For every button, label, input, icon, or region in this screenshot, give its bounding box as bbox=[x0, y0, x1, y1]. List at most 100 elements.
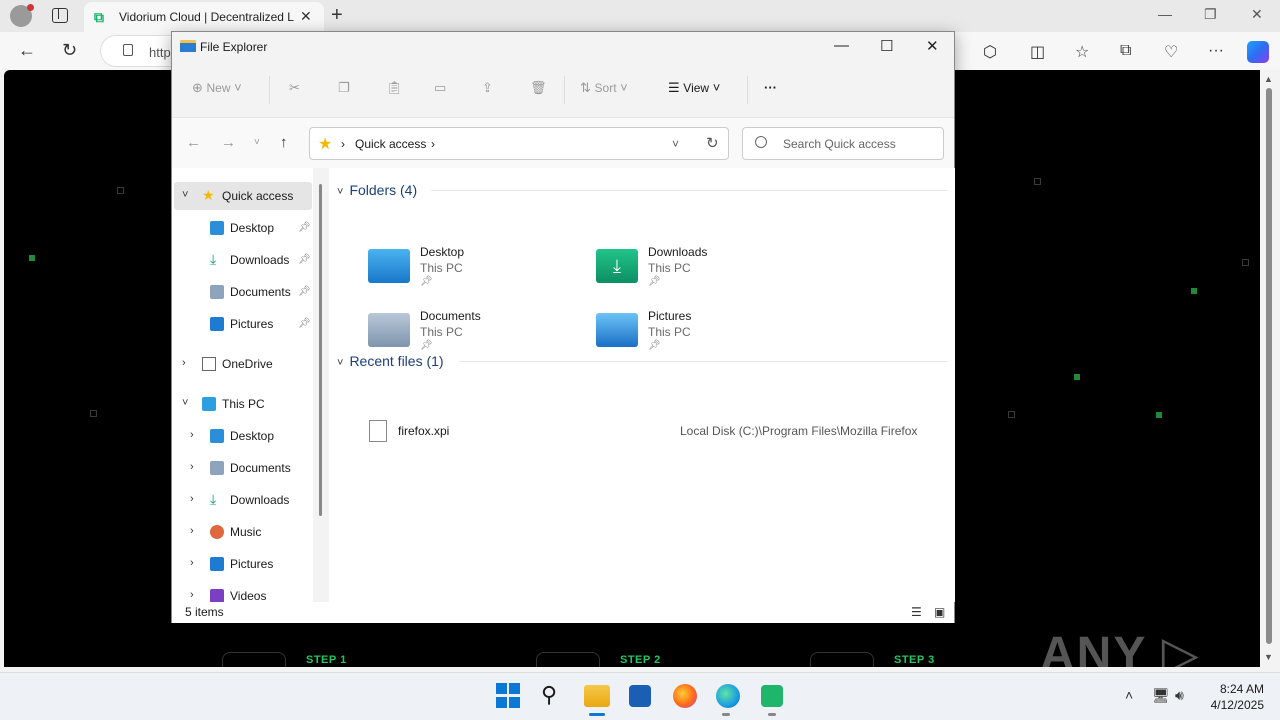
explorer-close-button[interactable]: ✕ bbox=[926, 37, 939, 55]
scroll-up-icon[interactable]: ▲ bbox=[1264, 74, 1273, 84]
step-2-box bbox=[536, 652, 600, 667]
browser-minimize-button[interactable]: — bbox=[1158, 6, 1172, 22]
sidebar-item-onedrive[interactable]: › OneDrive bbox=[174, 350, 312, 378]
refresh-icon[interactable]: ↻ bbox=[706, 134, 719, 152]
explorer-maximize-button[interactable]: ☐ bbox=[880, 37, 893, 55]
sidebar-item-videos[interactable]: › Videos bbox=[174, 582, 312, 602]
settings-more-icon[interactable]: ··· bbox=[1208, 42, 1224, 60]
pictures-icon bbox=[210, 557, 224, 571]
explorer-command-bar: ⊕ New ˅ ✂ ❐ 📋︎ ▭ ⇪ 🗑︎ ⇅ Sort ˅ ☰ View ˅ … bbox=[172, 62, 954, 118]
sidebar-item-documents[interactable]: Documents 📌︎ bbox=[174, 278, 312, 306]
folder-pictures[interactable]: Pictures This PC 📌︎ bbox=[596, 309, 816, 365]
vidorium-app-icon[interactable] bbox=[761, 685, 783, 707]
details-view-icon[interactable]: ☰ bbox=[911, 605, 922, 619]
chevron-right-icon[interactable]: › bbox=[190, 589, 194, 601]
edge-icon[interactable] bbox=[716, 684, 740, 708]
running-app-indicator bbox=[768, 713, 776, 716]
explorer-minimize-button[interactable]: — bbox=[834, 37, 849, 54]
search-icon[interactable]: ⚲ bbox=[541, 683, 567, 709]
cut-icon[interactable]: ✂ bbox=[289, 80, 300, 96]
explorer-titlebar[interactable]: File Explorer — ☐ ✕ bbox=[172, 32, 954, 62]
sidebar-item-downloads[interactable]: ⤓ Downloads 📌︎ bbox=[174, 246, 312, 274]
file-explorer-icon bbox=[180, 40, 196, 52]
chevron-right-icon[interactable]: › bbox=[190, 461, 194, 473]
recent-locations-icon[interactable]: ˅ bbox=[254, 137, 260, 148]
back-button[interactable]: ← bbox=[18, 40, 36, 61]
sidebar-item-pc-documents[interactable]: › Documents bbox=[174, 454, 312, 482]
recent-files-section-header[interactable]: ˅ Recent files (1) bbox=[337, 353, 444, 369]
pin-icon: 📌︎ bbox=[298, 254, 311, 265]
sidebar-item-music[interactable]: › Music bbox=[174, 518, 312, 546]
folder-downloads[interactable]: ⤓ Downloads This PC 📌︎ bbox=[596, 245, 816, 301]
new-button[interactable]: ⊕ New ˅ bbox=[192, 80, 242, 96]
sidebar-item-pictures[interactable]: Pictures 📌︎ bbox=[174, 310, 312, 338]
chevron-right-icon[interactable]: › bbox=[190, 557, 194, 569]
breadcrumb-quick-access[interactable]: Quick access bbox=[355, 137, 426, 151]
browser-essentials-icon[interactable]: ♡ bbox=[1164, 42, 1178, 62]
favorites-icon[interactable]: ☆ bbox=[1075, 42, 1089, 62]
navigation-pane-scroll-thumb[interactable] bbox=[319, 184, 322, 516]
forward-icon[interactable]: → bbox=[221, 134, 236, 151]
chevron-right-icon[interactable]: › bbox=[190, 493, 194, 505]
start-icon[interactable] bbox=[496, 683, 522, 709]
rename-icon[interactable]: ▭ bbox=[434, 80, 446, 96]
taskbar-clock[interactable]: 8:24 AM 4/12/2025 bbox=[1198, 681, 1264, 713]
large-icons-view-icon[interactable]: ▣ bbox=[934, 605, 945, 619]
refresh-button[interactable]: ↻ bbox=[62, 40, 77, 61]
share-icon[interactable]: ⇪ bbox=[482, 80, 493, 96]
tab-actions-icon[interactable] bbox=[52, 8, 68, 23]
breadcrumb-separator: › bbox=[341, 137, 345, 151]
scroll-down-icon[interactable]: ▼ bbox=[1264, 652, 1273, 662]
collections-icon[interactable]: ⧉ bbox=[1120, 42, 1131, 60]
chevron-right-icon[interactable]: › bbox=[190, 429, 194, 441]
firefox-icon[interactable] bbox=[673, 684, 697, 708]
sidebar-item-pc-desktop[interactable]: › Desktop bbox=[174, 422, 312, 450]
folder-desktop[interactable]: Desktop This PC 📌︎ bbox=[368, 245, 588, 301]
copy-icon[interactable]: ❐ bbox=[338, 80, 350, 96]
extensions-icon[interactable]: ⬡ bbox=[983, 42, 997, 62]
sidebar-item-desktop[interactable]: Desktop 📌︎ bbox=[174, 214, 312, 242]
address-history-chevron-icon[interactable]: ˅ bbox=[672, 137, 679, 151]
sidebar-label: Desktop bbox=[230, 429, 275, 443]
back-icon[interactable]: ← bbox=[186, 134, 201, 151]
split-screen-icon[interactable]: ◫ bbox=[1030, 42, 1045, 62]
file-explorer-taskbar-icon[interactable] bbox=[584, 685, 610, 707]
view-button[interactable]: ☰ View ˅ bbox=[668, 80, 720, 96]
sidebar-item-pc-pictures[interactable]: › Pictures bbox=[174, 550, 312, 578]
search-icon bbox=[755, 136, 767, 148]
copilot-icon[interactable] bbox=[1247, 41, 1269, 63]
navigation-pane-scrollbar[interactable] bbox=[313, 168, 329, 602]
paste-icon[interactable]: 📋︎ bbox=[386, 80, 403, 96]
see-more-button[interactable]: ··· bbox=[764, 80, 777, 95]
sort-button[interactable]: ⇅ Sort ˅ bbox=[580, 80, 628, 96]
chevron-down-icon[interactable]: ˅ bbox=[182, 189, 188, 201]
browser-tab[interactable]: ⧉ Vidorium Cloud | Decentralized L ✕ bbox=[84, 2, 324, 32]
folders-header-label: Folders (4) bbox=[349, 182, 418, 198]
up-icon[interactable]: ↑ bbox=[280, 134, 288, 151]
chevron-right-icon[interactable]: › bbox=[182, 357, 186, 369]
sidebar-item-quick-access[interactable]: ˅ ★ Quick access bbox=[174, 182, 312, 210]
delete-icon[interactable]: 🗑︎ bbox=[530, 80, 547, 96]
browser-restore-button[interactable]: ❐ bbox=[1204, 6, 1217, 23]
chevron-down-icon: ˅ bbox=[337, 357, 344, 369]
close-tab-icon[interactable]: ✕ bbox=[300, 8, 312, 25]
explorer-search-box[interactable]: Search Quick access bbox=[742, 127, 944, 160]
chevron-right-icon[interactable]: › bbox=[190, 525, 194, 537]
pin-icon: 📌︎ bbox=[298, 318, 311, 329]
sidebar-item-pc-downloads[interactable]: › ⤓ Downloads bbox=[174, 486, 312, 514]
folders-section-header[interactable]: ˅ Folders (4) bbox=[337, 182, 417, 198]
network-icon[interactable]: 🖥︎ bbox=[1152, 687, 1170, 704]
show-hidden-icons-chevron-icon[interactable]: ˄ bbox=[1125, 687, 1133, 703]
sidebar-item-this-pc[interactable]: ˅ This PC bbox=[174, 390, 312, 418]
explorer-address-bar[interactable]: ★ › Quick access › ˅ ↻ bbox=[309, 127, 729, 160]
browser-close-button[interactable]: ✕ bbox=[1251, 6, 1263, 23]
item-count: 5 items bbox=[185, 605, 224, 619]
new-tab-button[interactable]: + bbox=[331, 4, 343, 27]
store-icon[interactable] bbox=[629, 685, 651, 707]
page-scrollbar[interactable]: ▲ ▼ bbox=[1262, 70, 1276, 667]
recent-file-name[interactable]: firefox.xpi bbox=[398, 424, 449, 438]
page-scroll-thumb[interactable] bbox=[1266, 88, 1272, 644]
chevron-down-icon[interactable]: ˅ bbox=[182, 397, 188, 409]
profile-avatar-icon[interactable] bbox=[10, 4, 34, 27]
volume-icon[interactable]: 🔊︎ bbox=[1175, 687, 1184, 704]
